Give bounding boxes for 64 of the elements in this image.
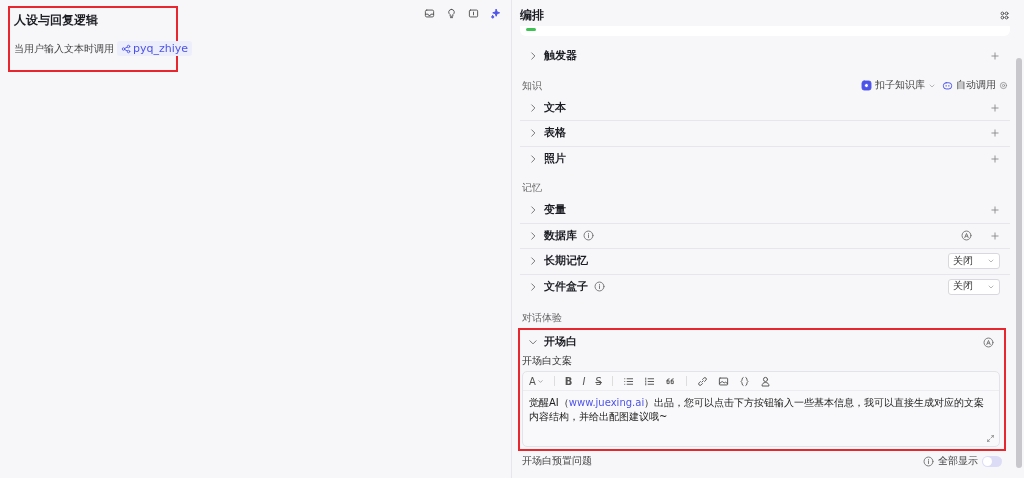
toggle-switch[interactable] [982, 455, 1002, 467]
add-icon[interactable] [990, 153, 1000, 164]
image-icon[interactable] [717, 375, 729, 387]
link-icon[interactable] [696, 375, 708, 387]
field-label: 开场白文案 [522, 354, 573, 368]
caret-icon [536, 377, 544, 385]
section-heading: 对话体验 [522, 311, 563, 325]
section-heading: 记忆 [522, 181, 543, 195]
section-label[interactable]: 开场白 [544, 335, 577, 349]
add-icon[interactable] [990, 102, 1000, 113]
italic-button[interactable]: I [582, 375, 586, 387]
section-label[interactable]: 表格 [544, 126, 566, 141]
font-size-button[interactable]: A [529, 375, 544, 387]
section-heading: 知识 [522, 78, 543, 93]
section-label[interactable]: 数据库 [544, 228, 577, 243]
lightbulb-icon[interactable] [446, 8, 457, 19]
inbox-icon[interactable] [424, 8, 435, 19]
chevron-down-icon[interactable] [528, 337, 538, 347]
robot-icon [942, 80, 953, 91]
toggle-label: 全部显示 [938, 454, 978, 468]
chevron-right-icon[interactable] [528, 51, 538, 62]
quote-icon[interactable] [664, 375, 676, 387]
braces-icon[interactable] [738, 375, 750, 387]
chevron-right-icon[interactable] [528, 128, 538, 139]
chevron-right-icon[interactable] [528, 281, 538, 292]
section-label[interactable]: 文本 [544, 100, 566, 115]
grid-icon[interactable] [999, 9, 1010, 21]
section-label[interactable]: 触发器 [544, 49, 577, 64]
dropdown-select[interactable]: 关闭 [948, 278, 1000, 295]
website-link[interactable]: www.juexing.ai [568, 397, 645, 408]
settings-icon [999, 81, 1008, 90]
chevron-right-icon[interactable] [528, 230, 538, 241]
trigger-text: 当用户输入文本时调用 [14, 41, 114, 56]
nodes-icon [121, 43, 131, 54]
knowledge-source-select[interactable]: 扣子知识库 [861, 79, 936, 92]
chevron-right-icon[interactable] [528, 102, 538, 113]
section-label[interactable]: 文件盒子 [544, 279, 588, 294]
section-label[interactable]: 照片 [544, 151, 566, 166]
section-label[interactable]: 长期记忆 [544, 254, 588, 269]
chevron-right-icon[interactable] [528, 256, 538, 267]
add-icon[interactable] [990, 128, 1000, 139]
plugin-tag[interactable]: pyq_zhiye [117, 41, 193, 56]
chevron-right-icon[interactable] [528, 205, 538, 216]
strikethrough-button[interactable]: S [595, 375, 602, 387]
bold-button[interactable]: B [564, 375, 573, 387]
auto-call-setting[interactable]: 自动调用 [942, 79, 1008, 92]
add-icon[interactable] [990, 51, 1000, 62]
add-icon[interactable] [990, 230, 1000, 241]
section-label: 开场白预置问题 [522, 454, 593, 468]
info-icon [923, 455, 934, 467]
add-icon[interactable] [990, 205, 1000, 216]
opening-message-text: 觉醒AI（www.juexing.ai）出品，您可以点击下方按钮输入一些基本信息，我可以直接生成对应的文案内容结构，并给出配图建议哦~ [528, 396, 986, 424]
section-label[interactable]: 变量 [544, 203, 566, 218]
expand-icon[interactable] [986, 434, 995, 443]
numbered-list-icon[interactable] [643, 375, 655, 387]
sparkle-icon[interactable] [490, 8, 501, 19]
panel-title: 编排 [520, 6, 544, 24]
panel-icon[interactable] [468, 8, 479, 19]
bullet-list-icon[interactable] [622, 375, 634, 387]
chevron-right-icon[interactable] [528, 153, 538, 164]
person-icon[interactable] [759, 375, 771, 387]
panel-title: 人设与回复逻辑 [14, 12, 99, 29]
rich-text-editor[interactable]: A B I S 觉醒AI（www.juexing.ai）出品，您可以点击下方按钮输入一些基本信息，我可以直接生成对应的文案内容结构，并给出配图建议哦~ [522, 371, 1000, 447]
dropdown-select[interactable]: 关闭 [948, 253, 1000, 270]
